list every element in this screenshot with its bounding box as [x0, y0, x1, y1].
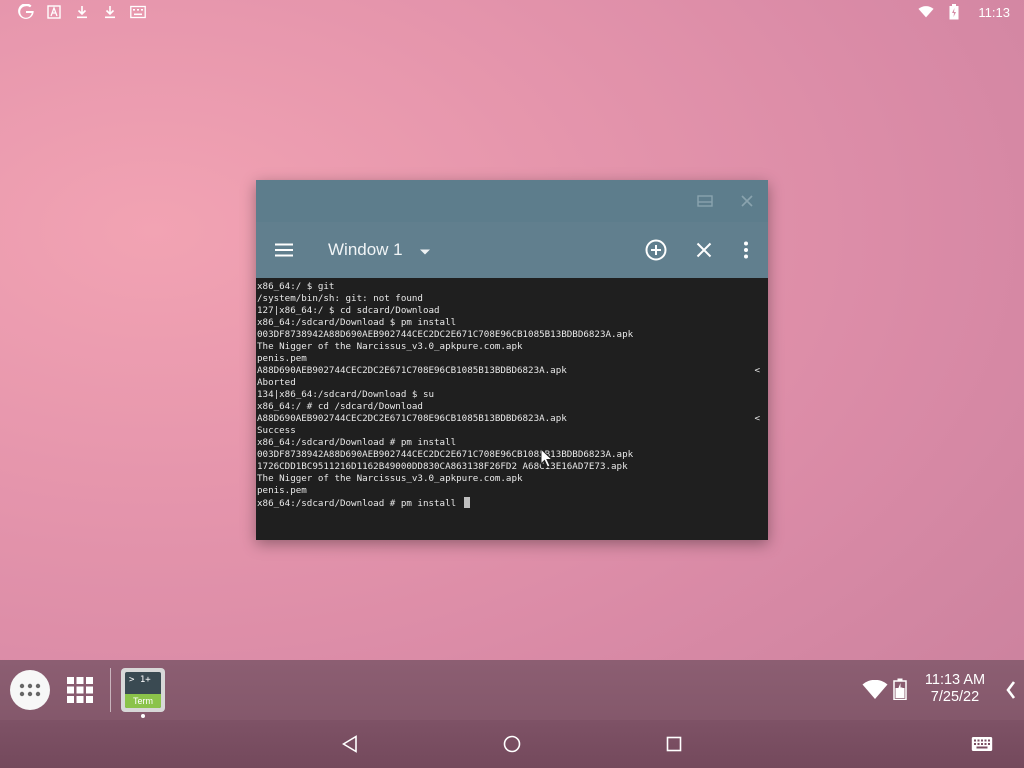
download-icon	[102, 4, 118, 20]
terminal-app-icon[interactable]: > 1+ Term	[121, 668, 165, 712]
back-icon[interactable]	[338, 732, 362, 756]
tray-clock[interactable]: 11:13 AM 7/25/22	[918, 672, 992, 706]
dropdown-arrow-icon	[419, 241, 431, 260]
home-icon[interactable]	[500, 732, 524, 756]
terminal-line: x86_64:/sdcard/Download $ pm install	[257, 317, 457, 328]
terminal-app-graphic: > 1+ Term	[125, 672, 161, 708]
terminal-line: x86_64:/sdcard/Download # pm install	[257, 437, 457, 448]
terminal-line: x86_64:/ $ git	[257, 281, 335, 292]
text-cursor	[463, 497, 470, 508]
terminal-line: 003DF8738942A88D690AEB902744CEC2DC2E671C…	[257, 449, 634, 460]
keyboard-icon	[130, 4, 146, 20]
close-window-icon[interactable]	[692, 238, 716, 262]
recents-icon[interactable]	[662, 732, 686, 756]
terminal-line: 1726CDD1BC9511216D1162B49000DD830CA86313…	[257, 461, 628, 472]
terminal-output[interactable]: x86_64:/ $ git /system/bin/sh: git: not …	[256, 278, 768, 540]
keyboard-icon[interactable]	[970, 732, 994, 756]
app-drawer-icon	[19, 683, 41, 697]
notification-icons	[18, 4, 146, 20]
mouse-pointer-icon	[540, 448, 554, 468]
terminal-app-prompt: > 1+	[129, 675, 151, 685]
terminal-line: 134|x86_64:/sdcard/Download $ su	[257, 389, 435, 400]
terminal-prompt-line: x86_64:/sdcard/Download # pm install	[257, 497, 767, 509]
wifi-icon	[918, 4, 934, 20]
terminal-line: 127|x86_64:/ $ cd sdcard/Download	[257, 305, 440, 316]
terminal-line: /system/bin/sh: git: not found	[257, 293, 423, 304]
terminal-line: penis.pem	[257, 485, 307, 496]
hamburger-menu-icon[interactable]	[272, 238, 296, 262]
terminal-line: The Nigger of the Narcissus_v3.0_apkpure…	[257, 341, 523, 352]
terminal-toolbar: Window 1	[256, 222, 768, 278]
grid-icon[interactable]	[66, 676, 94, 704]
restore-icon[interactable]	[696, 192, 714, 210]
truncation-marker: <	[754, 413, 760, 424]
status-clock: 11:13	[978, 4, 1010, 20]
chevron-left-icon[interactable]	[1003, 680, 1019, 700]
tray-time: 11:13 AM	[924, 672, 986, 688]
navigation-bar	[0, 720, 1024, 768]
taskbar-divider	[110, 668, 111, 712]
window-caption-bar[interactable]	[256, 180, 768, 222]
tray-battery-icon[interactable]	[893, 678, 907, 700]
battery-icon	[946, 4, 962, 20]
terminal-window: Window 1 x86_64:/ $ git /system/bin/sh: …	[256, 180, 768, 540]
download-icon	[74, 4, 90, 20]
google-icon	[18, 4, 34, 20]
terminal-line: The Nigger of the Narcissus_v3.0_apkpure…	[257, 473, 523, 484]
add-circle-icon[interactable]	[644, 238, 668, 262]
terminal-line: x86_64:/ # cd /sdcard/Download	[257, 401, 423, 412]
taskbar: > 1+ Term 11:13 AM 7/25/22	[0, 660, 1024, 720]
status-bar: 11:13	[0, 0, 1024, 24]
system-status: 11:13	[918, 4, 1010, 20]
running-indicator	[141, 714, 145, 718]
terminal-line: Aborted	[257, 377, 296, 388]
text-a-icon	[46, 4, 62, 20]
tray-date: 7/25/22	[930, 689, 980, 705]
terminal-line: A88D690AEB902744CEC2DC2E671C708E96CB1085…	[257, 413, 760, 424]
more-vert-icon[interactable]	[734, 238, 758, 262]
window-close-icon[interactable]	[738, 192, 756, 210]
app-drawer-button[interactable]	[10, 670, 50, 710]
terminal-line: 003DF8738942A88D690AEB902744CEC2DC2E671C…	[257, 329, 634, 340]
terminal-line: penis.pem	[257, 353, 307, 364]
tray-wifi-icon[interactable]	[862, 680, 888, 700]
terminal-line: A88D690AEB902744CEC2DC2E671C708E96CB1085…	[257, 365, 760, 376]
terminal-line: Success	[257, 425, 296, 436]
terminal-app-label: Term	[125, 694, 161, 708]
truncation-marker: <	[754, 365, 760, 376]
window-selector[interactable]: Window 1	[328, 236, 431, 264]
window-selector-label: Window 1	[328, 240, 403, 259]
